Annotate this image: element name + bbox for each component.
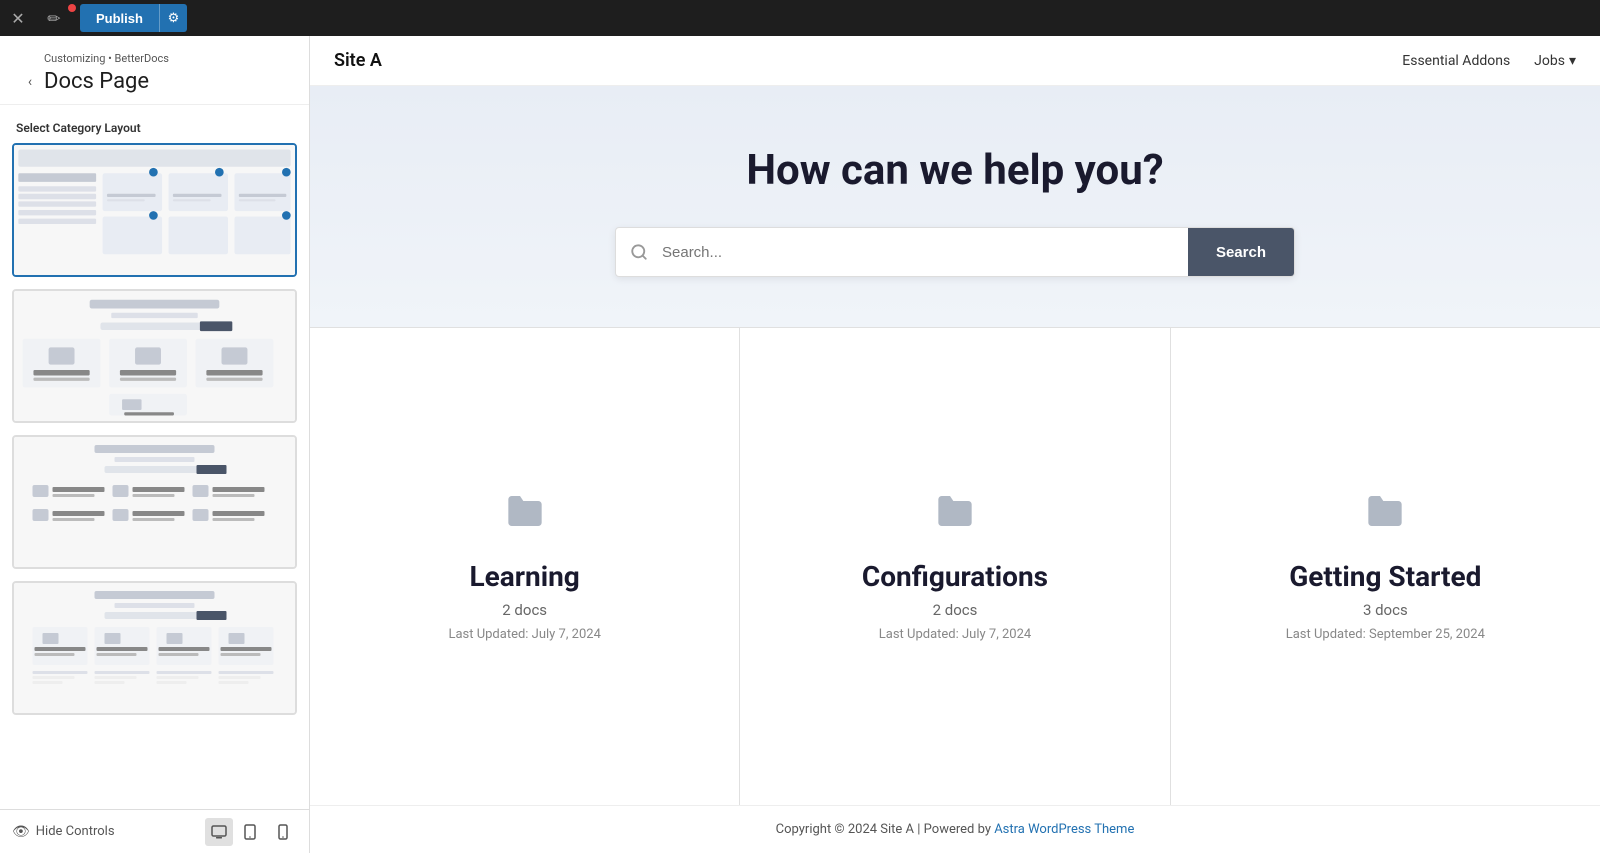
layout-options bbox=[0, 143, 309, 809]
sidebar-header-text: Customizing • BetterDocs Docs Page bbox=[44, 52, 293, 94]
search-button[interactable]: Search bbox=[1188, 228, 1294, 276]
back-button[interactable]: ‹ bbox=[16, 68, 44, 96]
device-icons bbox=[205, 818, 297, 846]
search-icon bbox=[630, 243, 648, 261]
folder-icon-configurations bbox=[935, 491, 975, 540]
back-icon: ‹ bbox=[28, 74, 32, 90]
tablet-view-button[interactable] bbox=[237, 818, 265, 846]
section-label: Select Category Layout bbox=[0, 105, 309, 143]
wordpress-nav: Site A Essential Addons Jobs ▾ bbox=[310, 36, 1600, 86]
nav-essential-addons[interactable]: Essential Addons bbox=[1402, 53, 1510, 69]
publish-gear-button[interactable]: ⚙ bbox=[159, 4, 187, 32]
category-name-learning: Learning bbox=[470, 560, 580, 593]
folder-icon-getting-started bbox=[1365, 491, 1405, 540]
search-icon-wrap bbox=[616, 228, 662, 276]
nav-jobs[interactable]: Jobs ▾ bbox=[1534, 53, 1576, 69]
layout-option-3[interactable] bbox=[12, 435, 297, 569]
breadcrumb: Customizing • BetterDocs bbox=[44, 52, 293, 65]
nav-right: Essential Addons Jobs ▾ bbox=[1402, 53, 1576, 69]
top-bar: ✕ ✏ Publish ⚙ bbox=[0, 0, 1600, 36]
category-card-configurations[interactable]: Configurations 2 docs Last Updated: July… bbox=[740, 328, 1170, 805]
category-name-configurations: Configurations bbox=[862, 560, 1048, 593]
categories-section: Learning 2 docs Last Updated: July 7, 20… bbox=[310, 327, 1600, 805]
category-docs-getting-started: 3 docs bbox=[1363, 601, 1408, 619]
mobile-view-button[interactable] bbox=[269, 818, 297, 846]
folder-icon-learning bbox=[505, 491, 545, 540]
footer-link[interactable]: Astra WordPress Theme bbox=[994, 822, 1134, 837]
category-docs-configurations: 2 docs bbox=[933, 601, 978, 619]
hero-title: How can we help you? bbox=[746, 146, 1163, 195]
main-content: Site A Essential Addons Jobs ▾ How can w… bbox=[310, 36, 1600, 853]
sidebar-bottom-bar: 👁 Hide Controls bbox=[0, 809, 309, 853]
edit-button[interactable]: ✏ bbox=[36, 0, 72, 36]
hero-section: How can we help you? Search bbox=[310, 86, 1600, 327]
footer-text: Copyright © 2024 Site A | Powered by bbox=[776, 822, 995, 837]
layout-preview-3 bbox=[14, 437, 295, 567]
gear-icon: ⚙ bbox=[168, 10, 180, 25]
layout-preview-1 bbox=[14, 145, 295, 275]
close-button[interactable]: ✕ bbox=[0, 0, 36, 36]
layout-option-2[interactable] bbox=[12, 289, 297, 423]
category-card-learning[interactable]: Learning 2 docs Last Updated: July 7, 20… bbox=[310, 328, 740, 805]
layout-preview-4 bbox=[14, 583, 295, 713]
category-docs-learning: 2 docs bbox=[502, 601, 547, 619]
layout-option-1[interactable] bbox=[12, 143, 297, 277]
search-bar: Search bbox=[615, 227, 1295, 277]
footer-section: Copyright © 2024 Site A | Powered by Ast… bbox=[310, 805, 1600, 853]
notification-dot bbox=[68, 4, 76, 12]
sidebar: ‹ Customizing • BetterDocs Docs Page Sel… bbox=[0, 36, 310, 853]
sidebar-header: ‹ Customizing • BetterDocs Docs Page bbox=[0, 36, 309, 105]
category-updated-configurations: Last Updated: July 7, 2024 bbox=[879, 627, 1031, 642]
desktop-view-button[interactable] bbox=[205, 818, 233, 846]
main-layout: ‹ Customizing • BetterDocs Docs Page Sel… bbox=[0, 36, 1600, 853]
sidebar-page-title: Docs Page bbox=[44, 69, 293, 94]
pencil-icon: ✏ bbox=[47, 9, 60, 28]
hide-controls-label: Hide Controls bbox=[36, 824, 115, 839]
search-input[interactable] bbox=[662, 228, 1188, 276]
layout-option-4[interactable] bbox=[12, 581, 297, 715]
site-title: Site A bbox=[334, 50, 382, 71]
layout-preview-2 bbox=[14, 291, 295, 421]
category-card-getting-started[interactable]: Getting Started 3 docs Last Updated: Sep… bbox=[1171, 328, 1600, 805]
publish-button[interactable]: Publish bbox=[80, 4, 159, 32]
category-name-getting-started: Getting Started bbox=[1289, 560, 1481, 593]
eye-icon: 👁 bbox=[12, 824, 30, 840]
hide-controls-button[interactable]: 👁 Hide Controls bbox=[12, 824, 115, 840]
jobs-chevron-icon: ▾ bbox=[1569, 53, 1576, 69]
category-updated-learning: Last Updated: July 7, 2024 bbox=[448, 627, 600, 642]
category-updated-getting-started: Last Updated: September 25, 2024 bbox=[1286, 627, 1485, 642]
